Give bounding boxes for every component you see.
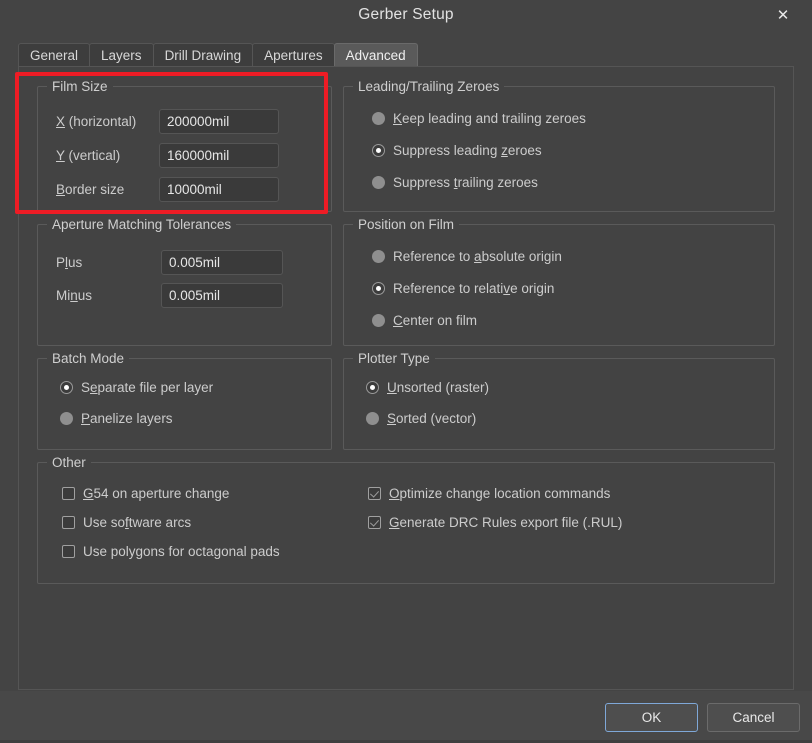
input-plus-tolerance[interactable] [161,250,283,275]
radio-icon [372,250,385,263]
checkbox-icon [62,487,75,500]
radio-icon-selected [60,381,73,394]
radio-label: Panelize layers [81,411,173,426]
label-minus: Minus [56,288,93,303]
radio-icon-selected [372,282,385,295]
field-row-film-x: X (horizontal) [56,109,279,134]
checkbox-use-polygons-octagonal-pads[interactable]: Use polygons for octagonal pads [62,544,280,559]
input-minus-tolerance[interactable] [161,283,283,308]
label-film-x: X (horizontal) [56,114,137,129]
radio-label: Reference to relative origin [393,281,555,296]
radio-label: Separate file per layer [81,380,214,395]
gerber-setup-dialog: Gerber Setup ✕ General Layers Drill Drawin… [0,0,812,743]
group-zeroes-title: Leading/Trailing Zeroes [353,79,505,94]
group-position-on-film: Position on Film Reference to absolute o… [343,217,775,346]
checkbox-icon-checked [368,516,381,529]
tab-drill-drawing[interactable]: Drill Drawing [152,43,254,67]
group-batch-mode-title: Batch Mode [47,351,130,366]
radio-label: Reference to absolute origin [393,249,562,264]
checkbox-label: G54 on aperture change [83,486,230,501]
radio-suppress-leading-zeroes[interactable]: Suppress leading zeroes [372,143,542,158]
radio-icon-selected [372,144,385,157]
field-row-film-y: Y (vertical) [56,143,279,168]
input-border-size[interactable] [159,177,279,202]
radio-sorted-vector[interactable]: Sorted (vector) [366,411,476,426]
radio-panelize-layers[interactable]: Panelize layers [60,411,173,426]
group-other-title: Other [47,455,91,470]
radio-icon-selected [366,381,379,394]
group-plotter-type-title: Plotter Type [353,351,435,366]
radio-label: Sorted (vector) [387,411,477,426]
label-plus: Plus [56,255,83,270]
cancel-button[interactable]: Cancel [707,703,800,732]
radio-label: Center on film [393,313,478,328]
tab-panel-advanced: Film Size X (horizontal) Y (vertical) Bo… [18,66,794,690]
checkbox-g54-on-aperture-change[interactable]: G54 on aperture change [62,486,229,501]
input-film-x[interactable] [159,109,279,134]
label-border-size: Border size [56,182,125,197]
field-row-border-size: Border size [56,177,279,202]
checkbox-label: Use polygons for octagonal pads [83,544,280,559]
checkbox-generate-drc-rules-export-file[interactable]: Generate DRC Rules export file (.RUL) [368,515,622,530]
tab-bar: General Layers Drill Drawing Apertures Advan… [18,43,794,67]
dialog-title: Gerber Setup [358,6,454,23]
field-row-plus: Plus [56,250,283,275]
tab-general[interactable]: General [18,43,91,67]
radio-icon [366,412,379,425]
label-film-y: Y (vertical) [56,148,121,163]
field-row-minus: Minus [56,283,283,308]
group-position-title: Position on Film [353,217,460,232]
close-icon[interactable]: ✕ [770,3,796,27]
tab-apertures[interactable]: Apertures [252,43,335,67]
dialog-footer: OK Cancel [0,691,812,743]
checkbox-optimize-change-location-commands[interactable]: Optimize change location commands [368,486,610,501]
radio-reference-relative-origin[interactable]: Reference to relative origin [372,281,554,296]
group-film-size-title: Film Size [47,79,113,94]
checkbox-use-software-arcs[interactable]: Use software arcs [62,515,191,530]
radio-reference-absolute-origin[interactable]: Reference to absolute origin [372,249,562,264]
group-plotter-type: Plotter Type Unsorted (raster) Sorted (v… [343,351,775,450]
group-leading-trailing-zeroes: Leading/Trailing Zeroes Keep leading and… [343,79,775,212]
radio-label: Suppress leading zeroes [393,143,542,158]
input-film-y[interactable] [159,143,279,168]
radio-icon [372,176,385,189]
radio-label: Unsorted (raster) [387,380,490,395]
radio-center-on-film[interactable]: Center on film [372,313,477,328]
radio-keep-leading-trailing-zeroes[interactable]: Keep leading and trailing zeroes [372,111,586,126]
checkbox-icon [62,516,75,529]
checkbox-label: Optimize change location commands [389,486,611,501]
tab-advanced[interactable]: Advanced [333,43,418,67]
tab-layers[interactable]: Layers [89,43,154,67]
radio-label: Keep leading and trailing zeroes [393,111,586,126]
radio-label: Suppress trailing zeroes [393,175,538,190]
group-aperture-matching-tolerances: Aperture Matching Tolerances Plus Minus [37,217,332,346]
checkbox-icon [62,545,75,558]
checkbox-label: Generate DRC Rules export file (.RUL) [389,515,623,530]
group-batch-mode: Batch Mode Separate file per layer Panel… [37,351,332,450]
radio-icon [60,412,73,425]
radio-unsorted-raster[interactable]: Unsorted (raster) [366,380,489,395]
radio-icon [372,314,385,327]
radio-icon [372,112,385,125]
dialog-titlebar: Gerber Setup ✕ [0,0,812,34]
radio-suppress-trailing-zeroes[interactable]: Suppress trailing zeroes [372,175,538,190]
radio-separate-file-per-layer[interactable]: Separate file per layer [60,380,213,395]
advanced-settings-content: Film Size X (horizontal) Y (vertical) Bo… [29,76,783,586]
group-other: Other G54 on aperture change Use softwar… [37,455,775,584]
checkbox-icon-checked [368,487,381,500]
ok-button[interactable]: OK [605,703,698,732]
group-film-size: Film Size X (horizontal) Y (vertical) Bo… [37,79,332,212]
checkbox-label: Use software arcs [83,515,192,530]
group-aperture-title: Aperture Matching Tolerances [47,217,237,232]
